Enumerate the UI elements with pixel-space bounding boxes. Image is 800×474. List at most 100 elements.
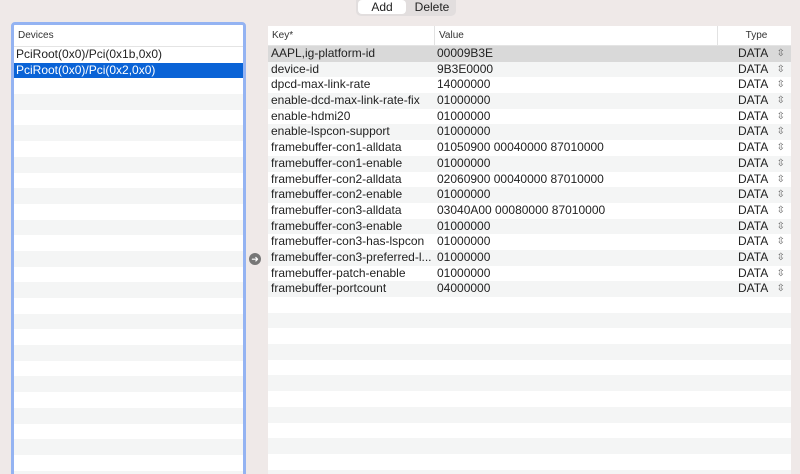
type-select[interactable]: DATA ⇳ bbox=[718, 203, 791, 219]
property-value[interactable]: 01000000 bbox=[435, 124, 718, 140]
property-key[interactable]: framebuffer-portcount bbox=[268, 281, 435, 297]
chevron-up-down-icon: ⇳ bbox=[776, 157, 785, 169]
property-value[interactable]: 02060900 00040000 87010000 bbox=[435, 172, 718, 188]
property-key[interactable]: framebuffer-con3-has-lspcon bbox=[268, 234, 435, 250]
type-select[interactable]: DATA ⇳ bbox=[718, 140, 791, 156]
type-select[interactable]: DATA ⇳ bbox=[718, 187, 791, 203]
property-value[interactable]: 01000000 bbox=[435, 219, 718, 235]
type-select[interactable]: DATA ⇳ bbox=[718, 124, 791, 140]
property-row[interactable]: enable-hdmi20 01000000 DATA ⇳ bbox=[268, 109, 791, 125]
property-key[interactable]: AAPL,ig-platform-id bbox=[268, 46, 435, 62]
property-row[interactable]: dpcd-max-link-rate 14000000 DATA ⇳ bbox=[268, 77, 791, 93]
type-select[interactable]: DATA ⇳ bbox=[718, 62, 791, 78]
property-row[interactable]: framebuffer-patch-enable 01000000 DATA ⇳ bbox=[268, 266, 791, 282]
empty-row bbox=[14, 78, 243, 94]
property-value[interactable]: 04000000 bbox=[435, 281, 718, 297]
property-key[interactable]: framebuffer-con3-alldata bbox=[268, 203, 435, 219]
empty-row bbox=[268, 328, 791, 344]
type-select[interactable]: DATA ⇳ bbox=[718, 250, 791, 266]
property-row[interactable]: framebuffer-con3-alldata 03040A00 000800… bbox=[268, 203, 791, 219]
empty-row bbox=[268, 454, 791, 470]
property-value[interactable]: 01000000 bbox=[435, 234, 718, 250]
column-header-key[interactable]: Key* bbox=[268, 26, 435, 45]
type-select[interactable]: DATA ⇳ bbox=[718, 266, 791, 282]
empty-row bbox=[14, 219, 243, 236]
property-value[interactable]: 01050900 00040000 87010000 bbox=[435, 140, 718, 156]
empty-row bbox=[14, 470, 243, 474]
chevron-up-down-icon: ⇳ bbox=[776, 283, 785, 295]
property-key[interactable]: framebuffer-patch-enable bbox=[268, 266, 435, 282]
empty-row bbox=[14, 188, 243, 204]
empty-row bbox=[14, 267, 243, 283]
property-type: DATA bbox=[738, 140, 769, 155]
device-row[interactable]: PciRoot(0x0)/Pci(0x2,0x0) bbox=[14, 62, 243, 79]
empty-row bbox=[14, 156, 243, 173]
property-row[interactable]: framebuffer-con2-enable 01000000 DATA ⇳ bbox=[268, 187, 791, 203]
type-select[interactable]: DATA ⇳ bbox=[718, 109, 791, 125]
device-row[interactable]: PciRoot(0x0)/Pci(0x1b,0x0) bbox=[14, 47, 243, 63]
property-key[interactable]: enable-dcd-max-link-rate-fix bbox=[268, 93, 435, 109]
property-key[interactable]: framebuffer-con3-preferred-l... bbox=[268, 250, 435, 266]
property-key[interactable]: framebuffer-con2-alldata bbox=[268, 172, 435, 188]
property-row[interactable]: enable-lspcon-support 01000000 DATA ⇳ bbox=[268, 124, 791, 141]
property-value[interactable]: 9B3E0000 bbox=[435, 62, 718, 78]
property-key[interactable]: dpcd-max-link-rate bbox=[268, 77, 435, 93]
devices-table[interactable]: Devices PciRoot(0x0)/Pci(0x1b,0x0) PciRoo… bbox=[11, 22, 246, 474]
property-value[interactable]: 01000000 bbox=[435, 109, 718, 125]
type-select[interactable]: DATA ⇳ bbox=[718, 93, 791, 109]
empty-row bbox=[14, 94, 243, 110]
devices-column-header[interactable]: Devices bbox=[14, 25, 243, 47]
property-row[interactable]: framebuffer-con2-alldata 02060900 000400… bbox=[268, 172, 791, 188]
type-select[interactable]: DATA ⇳ bbox=[718, 156, 791, 172]
type-select[interactable]: DATA ⇳ bbox=[718, 234, 791, 250]
properties-table[interactable]: Key* Value Type AAPL,ig-platform-id 0000… bbox=[268, 26, 791, 474]
property-key[interactable]: enable-hdmi20 bbox=[268, 109, 435, 125]
empty-row bbox=[14, 455, 243, 471]
property-value[interactable]: 01000000 bbox=[435, 187, 718, 203]
property-value[interactable]: 01000000 bbox=[435, 266, 718, 282]
arrow-right-circle-icon[interactable]: ➜ bbox=[249, 253, 261, 265]
property-row[interactable]: framebuffer-con3-enable 01000000 DATA ⇳ bbox=[268, 218, 791, 235]
type-select[interactable]: DATA ⇳ bbox=[718, 172, 791, 188]
property-type: DATA bbox=[738, 249, 769, 264]
property-row[interactable]: AAPL,ig-platform-id 00009B3E DATA ⇳ bbox=[268, 46, 791, 62]
empty-row bbox=[14, 424, 243, 440]
property-row[interactable]: framebuffer-con3-preferred-l... 01000000… bbox=[268, 249, 791, 266]
empty-row bbox=[268, 344, 791, 360]
empty-row bbox=[14, 282, 243, 298]
properties-header: Key* Value Type bbox=[268, 26, 791, 46]
property-type: DATA bbox=[738, 171, 769, 186]
property-value[interactable]: 14000000 bbox=[435, 77, 718, 93]
property-key[interactable]: framebuffer-con1-alldata bbox=[268, 140, 435, 156]
property-value[interactable]: 00009B3E bbox=[435, 46, 718, 62]
column-header-type[interactable]: Type bbox=[718, 26, 791, 45]
add-button[interactable]: Add bbox=[358, 0, 406, 14]
delete-button[interactable]: Delete bbox=[408, 0, 456, 16]
property-key[interactable]: framebuffer-con2-enable bbox=[268, 187, 435, 203]
type-select[interactable]: DATA ⇳ bbox=[718, 281, 791, 297]
property-key[interactable]: framebuffer-con3-enable bbox=[268, 219, 435, 235]
property-type: DATA bbox=[738, 281, 769, 296]
property-value[interactable]: 01000000 bbox=[435, 156, 718, 172]
type-select[interactable]: DATA ⇳ bbox=[718, 46, 791, 62]
empty-row bbox=[268, 423, 791, 439]
property-value[interactable]: 03040A00 00080000 87010000 bbox=[435, 203, 718, 219]
property-row[interactable]: device-id 9B3E0000 DATA ⇳ bbox=[268, 61, 791, 78]
property-key[interactable]: device-id bbox=[268, 62, 435, 78]
property-key[interactable]: framebuffer-con1-enable bbox=[268, 156, 435, 172]
empty-row bbox=[14, 250, 243, 267]
property-row[interactable]: framebuffer-con3-has-lspcon 01000000 DAT… bbox=[268, 234, 791, 250]
property-value[interactable]: 01000000 bbox=[435, 93, 718, 109]
property-row[interactable]: framebuffer-con1-alldata 01050900 000400… bbox=[268, 140, 791, 156]
chevron-up-down-icon: ⇳ bbox=[776, 110, 785, 122]
column-header-value[interactable]: Value bbox=[435, 26, 718, 45]
property-key[interactable]: enable-lspcon-support bbox=[268, 124, 435, 140]
property-row[interactable]: enable-dcd-max-link-rate-fix 01000000 DA… bbox=[268, 93, 791, 109]
property-row[interactable]: framebuffer-portcount 04000000 DATA ⇳ bbox=[268, 281, 791, 297]
property-value[interactable]: 01000000 bbox=[435, 250, 718, 266]
property-row[interactable]: framebuffer-con1-enable 01000000 DATA ⇳ bbox=[268, 155, 791, 172]
empty-row bbox=[14, 173, 243, 189]
chevron-up-down-icon: ⇳ bbox=[776, 63, 785, 75]
type-select[interactable]: DATA ⇳ bbox=[718, 219, 791, 235]
type-select[interactable]: DATA ⇳ bbox=[718, 77, 791, 93]
